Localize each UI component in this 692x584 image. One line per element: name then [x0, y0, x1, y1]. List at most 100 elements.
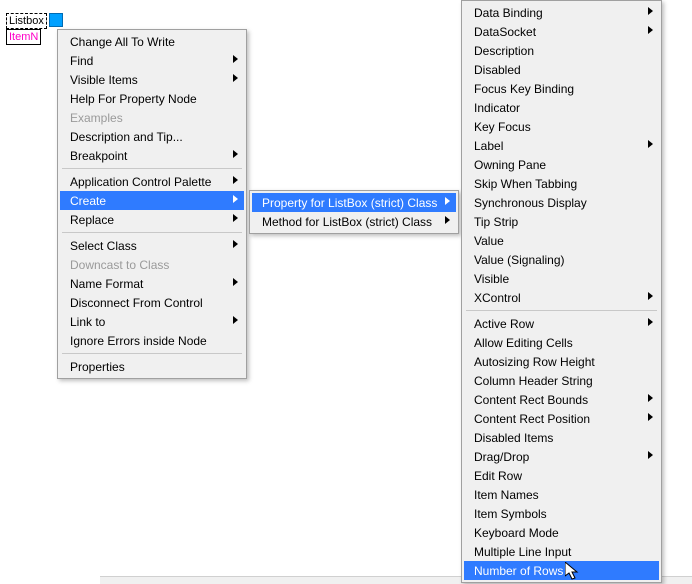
property-submenu-item[interactable]: Autosizing Row Height	[464, 352, 659, 371]
property-submenu-item[interactable]: XControl	[464, 288, 659, 307]
context-menu-item[interactable]: Link to	[60, 312, 244, 331]
property-submenu-item[interactable]: Skip When Tabbing	[464, 174, 659, 193]
menu-item-label: Item Names	[474, 488, 539, 502]
menu-item-label: Find	[70, 54, 93, 68]
context-menu-item[interactable]: Properties	[60, 357, 244, 376]
menu-item-label: Value (Signaling)	[474, 253, 565, 267]
property-submenu-item[interactable]: Edit Row	[464, 466, 659, 485]
context-menu-item: Examples	[60, 108, 244, 127]
menu-item-label: Property for ListBox (strict) Class	[262, 196, 437, 210]
menu-item-label: Name Format	[70, 277, 143, 291]
submenu-arrow-icon	[648, 318, 653, 326]
context-menu-item[interactable]: Disconnect From Control	[60, 293, 244, 312]
property-submenu-item[interactable]: Value	[464, 231, 659, 250]
submenu-arrow-icon	[233, 150, 238, 158]
property-submenu-item[interactable]: Active Row	[464, 314, 659, 333]
property-submenu: Data Binding DataSocket Description Disable…	[461, 0, 662, 583]
submenu-arrow-icon	[233, 176, 238, 184]
menu-item-label: Tip Strip	[474, 215, 518, 229]
property-submenu-item[interactable]: Focus Key Binding	[464, 79, 659, 98]
menu-item-label: XControl	[474, 291, 521, 305]
menu-item-label: Value	[474, 234, 504, 248]
menu-item-label: Key Focus	[474, 120, 531, 134]
menu-item-label: Description and Tip...	[70, 130, 183, 144]
context-menu-item[interactable]: Select Class	[60, 236, 244, 255]
menu-item-label: Link to	[70, 315, 105, 329]
menu-item-label: Active Row	[474, 317, 534, 331]
menu-item-label: Visible Items	[70, 73, 138, 87]
menu-item-label: Autosizing Row Height	[474, 355, 595, 369]
context-menu-item[interactable]: Change All To Write	[60, 32, 244, 51]
property-submenu-item[interactable]: Owning Pane	[464, 155, 659, 174]
menu-item-label: Data Binding	[474, 6, 543, 20]
menu-item-label: Focus Key Binding	[474, 82, 574, 96]
context-menu-item[interactable]: Ignore Errors inside Node	[60, 331, 244, 350]
property-submenu-item[interactable]: Synchronous Display	[464, 193, 659, 212]
context-menu-item[interactable]: Breakpoint	[60, 146, 244, 165]
menu-item-label: Application Control Palette	[70, 175, 211, 189]
submenu-arrow-icon	[648, 292, 653, 300]
property-node-label: Listbox	[6, 13, 47, 29]
context-menu-item[interactable]: Replace	[60, 210, 244, 229]
menu-item-label: Select Class	[70, 239, 137, 253]
property-submenu-item[interactable]: DataSocket	[464, 22, 659, 41]
menu-item-label: Breakpoint	[70, 149, 127, 163]
submenu-arrow-icon	[233, 278, 238, 286]
property-submenu-item[interactable]: Disabled Items	[464, 428, 659, 447]
context-menu-item[interactable]: Create	[60, 191, 244, 210]
property-submenu-item[interactable]: Item Names	[464, 485, 659, 504]
property-submenu-item[interactable]: Keyboard Mode	[464, 523, 659, 542]
property-node-terminal[interactable]	[49, 13, 63, 27]
menu-item-label: Skip When Tabbing	[474, 177, 577, 191]
menu-item-label: Column Header String	[474, 374, 593, 388]
menu-item-label: Multiple Line Input	[474, 545, 571, 559]
menu-item-label: Content Rect Bounds	[474, 393, 588, 407]
context-menu-separator	[62, 168, 242, 169]
submenu-arrow-icon	[233, 316, 238, 324]
create-submenu: Property for ListBox (strict) Class Metho…	[249, 190, 459, 234]
context-menu-separator	[62, 232, 242, 233]
menu-item-label: Properties	[70, 360, 125, 374]
menu-item-label: Disabled Items	[474, 431, 553, 445]
property-submenu-item[interactable]: Content Rect Bounds	[464, 390, 659, 409]
property-submenu-item[interactable]: Item Symbols	[464, 504, 659, 523]
menu-item-label: Help For Property Node	[70, 92, 197, 106]
property-submenu-item[interactable]: Data Binding	[464, 3, 659, 22]
menu-item-label: Replace	[70, 213, 114, 227]
property-submenu-item[interactable]: Drag/Drop	[464, 447, 659, 466]
menu-item-label: Synchronous Display	[474, 196, 587, 210]
menu-item-label: Description	[474, 44, 534, 58]
context-menu-item[interactable]: Name Format	[60, 274, 244, 293]
create-submenu-item[interactable]: Property for ListBox (strict) Class	[252, 193, 456, 212]
property-submenu-item[interactable]: Allow Editing Cells	[464, 333, 659, 352]
context-menu-item[interactable]: Help For Property Node	[60, 89, 244, 108]
property-submenu-item[interactable]: Tip Strip	[464, 212, 659, 231]
submenu-arrow-icon	[445, 197, 450, 205]
property-submenu-item[interactable]: Value (Signaling)	[464, 250, 659, 269]
property-node-item[interactable]: ItemN	[6, 29, 41, 45]
menu-item-label: Drag/Drop	[474, 450, 529, 464]
context-menu-item[interactable]: Visible Items	[60, 70, 244, 89]
property-submenu-item[interactable]: Description	[464, 41, 659, 60]
property-submenu-item[interactable]: Label	[464, 136, 659, 155]
property-submenu-item[interactable]: Column Header String	[464, 371, 659, 390]
submenu-arrow-icon	[648, 413, 653, 421]
property-submenu-item[interactable]: Key Focus	[464, 117, 659, 136]
property-submenu-item[interactable]: Indicator	[464, 98, 659, 117]
menu-item-label: Disconnect From Control	[70, 296, 203, 310]
property-submenu-item[interactable]: Number of Rows	[464, 561, 659, 580]
create-submenu-item[interactable]: Method for ListBox (strict) Class	[252, 212, 456, 231]
property-submenu-item[interactable]: Content Rect Position	[464, 409, 659, 428]
property-submenu-item[interactable]: Visible	[464, 269, 659, 288]
context-menu-item[interactable]: Application Control Palette	[60, 172, 244, 191]
menu-item-label: Method for ListBox (strict) Class	[262, 215, 432, 229]
context-menu-item: Downcast to Class	[60, 255, 244, 274]
submenu-arrow-icon	[233, 55, 238, 63]
context-menu-item[interactable]: Find	[60, 51, 244, 70]
submenu-arrow-icon	[648, 140, 653, 148]
submenu-arrow-icon	[648, 451, 653, 459]
property-submenu-item[interactable]: Multiple Line Input	[464, 542, 659, 561]
submenu-arrow-icon	[233, 74, 238, 82]
property-submenu-item[interactable]: Disabled	[464, 60, 659, 79]
context-menu-item[interactable]: Description and Tip...	[60, 127, 244, 146]
